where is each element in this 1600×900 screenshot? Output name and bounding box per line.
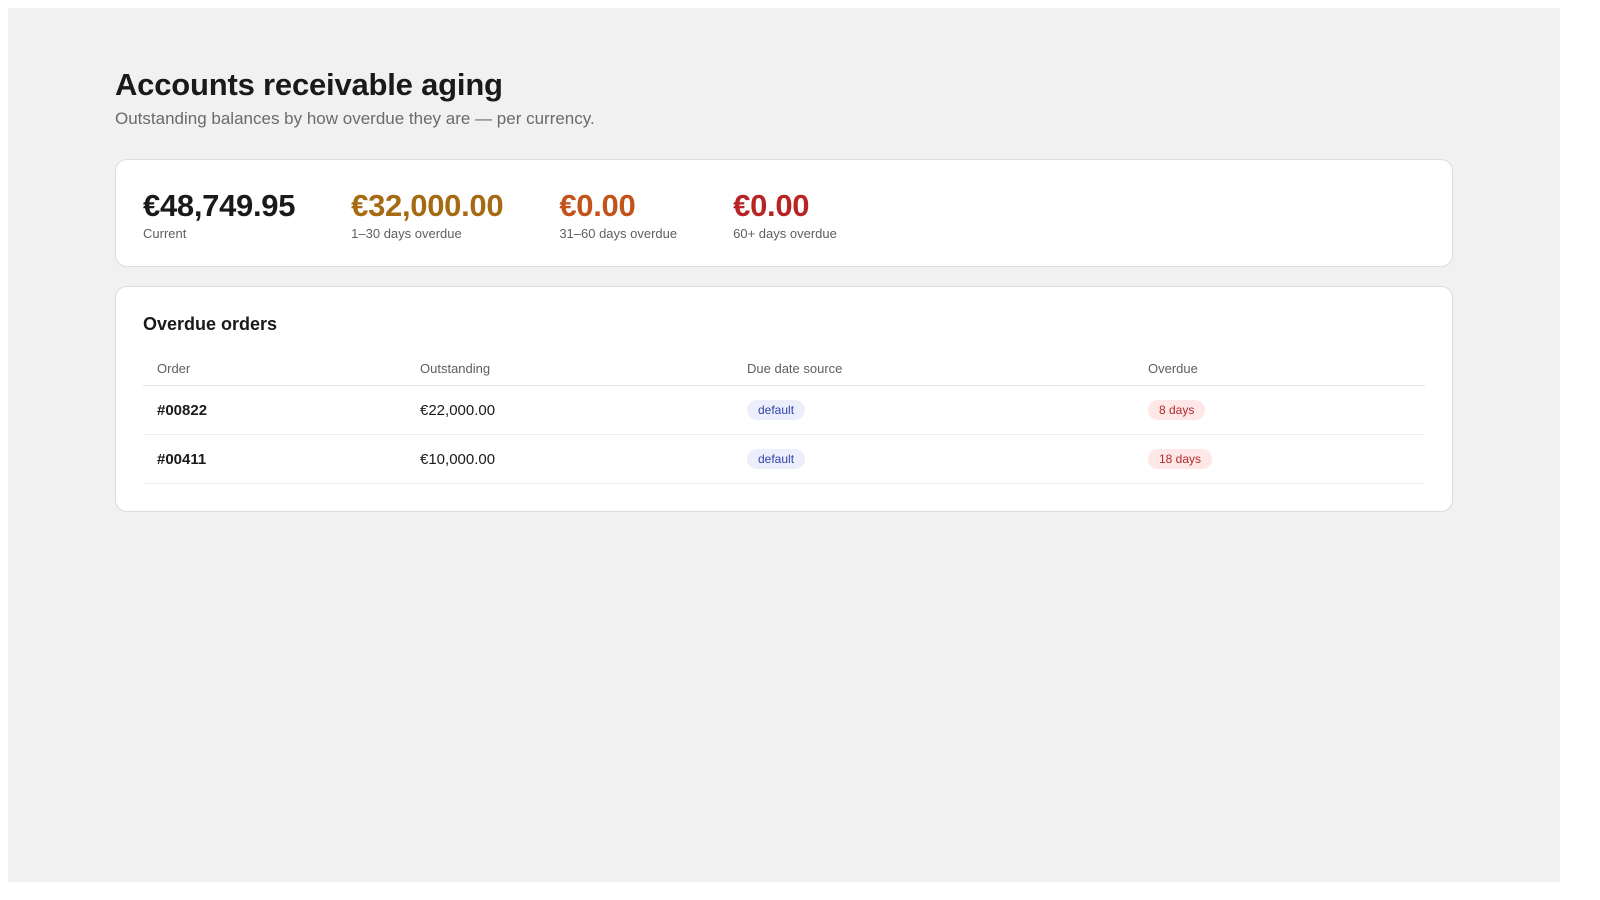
overdue-cell: 18 days bbox=[1134, 434, 1425, 484]
order-number[interactable]: #00822 bbox=[143, 385, 406, 435]
table-row[interactable]: #00411 €10,000.00 default 18 days bbox=[143, 434, 1425, 484]
stat-value: €48,749.95 bbox=[143, 188, 296, 223]
overdue-badge: 8 days bbox=[1148, 400, 1206, 420]
stat-current: €48,749.95 Current bbox=[143, 188, 295, 242]
stat-label: 60+ days overdue bbox=[733, 226, 837, 241]
overdue-badge: 18 days bbox=[1148, 449, 1213, 469]
column-header-due-date-source: Due date source bbox=[733, 351, 1134, 386]
stat-label: 1–30 days overdue bbox=[351, 226, 462, 241]
overdue-cell: 8 days bbox=[1134, 385, 1425, 435]
outstanding-amount: €10,000.00 bbox=[406, 434, 733, 484]
order-number[interactable]: #00411 bbox=[143, 434, 406, 484]
stat-1-30-days: €32,000.00 1–30 days overdue bbox=[351, 188, 503, 242]
overdue-orders-card: Overdue orders Order Outstanding Due dat… bbox=[115, 286, 1453, 512]
aging-summary-card: €48,749.95 Current €32,000.00 1–30 days … bbox=[115, 159, 1453, 267]
table-row[interactable]: #00822 €22,000.00 default 8 days bbox=[143, 385, 1425, 435]
overdue-orders-table: Order Outstanding Due date source Overdu… bbox=[143, 351, 1425, 484]
due-date-source-badge: default bbox=[747, 449, 806, 469]
column-header-order: Order bbox=[143, 351, 406, 386]
stat-label: 31–60 days overdue bbox=[559, 226, 678, 241]
due-date-source-cell: default bbox=[733, 434, 1134, 484]
table-header-row: Order Outstanding Due date source Overdu… bbox=[143, 351, 1425, 386]
stat-31-60-days: €0.00 31–60 days overdue bbox=[559, 188, 677, 242]
outstanding-amount: €22,000.00 bbox=[406, 385, 733, 435]
due-date-source-cell: default bbox=[733, 385, 1134, 435]
section-title: Overdue orders bbox=[143, 314, 278, 334]
stat-value: €0.00 bbox=[559, 188, 636, 223]
stat-value: €32,000.00 bbox=[351, 188, 504, 223]
stat-value: €0.00 bbox=[733, 188, 810, 223]
due-date-source-badge: default bbox=[747, 400, 806, 420]
stat-label: Current bbox=[143, 226, 187, 241]
stat-60-plus-days: €0.00 60+ days overdue bbox=[733, 188, 837, 242]
column-header-overdue: Overdue bbox=[1134, 351, 1425, 386]
column-header-outstanding: Outstanding bbox=[406, 351, 733, 386]
main-content: Accounts receivable aging Outstanding ba… bbox=[115, 66, 1453, 512]
page-subtitle: Outstanding balances by how overdue they… bbox=[115, 109, 595, 128]
page-title: Accounts receivable aging bbox=[115, 67, 503, 102]
page-background: Accounts receivable aging Outstanding ba… bbox=[8, 8, 1560, 882]
